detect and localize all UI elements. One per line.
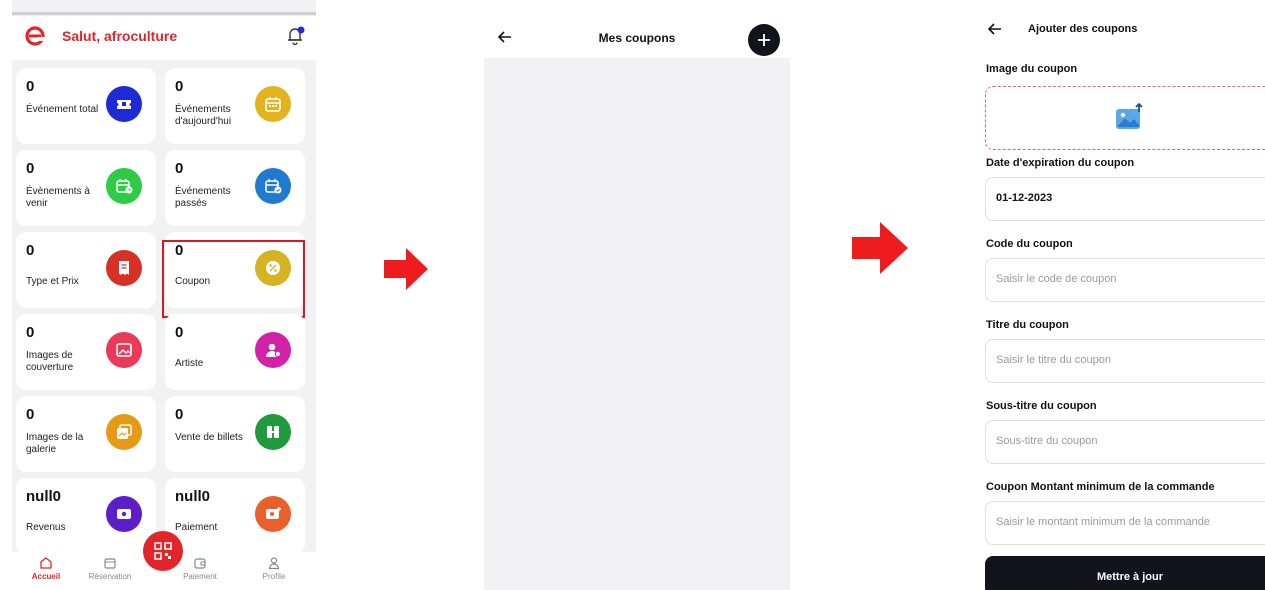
notification-bell-icon[interactable] <box>284 25 306 47</box>
dashboard-screen: Salut, afroculture 0 Événement total 0 É… <box>12 0 316 590</box>
ticket-sale-icon <box>255 414 291 450</box>
code-label: Code du coupon <box>986 238 1073 250</box>
card-value: null0 <box>26 488 62 505</box>
coupon-title-input[interactable]: Saisir le titre du coupon <box>985 339 1265 383</box>
home-icon <box>40 557 52 569</box>
min-amount-label: Coupon Montant minimum de la commande <box>986 481 1215 493</box>
card-paiement[interactable]: null0 Paiement <box>165 478 305 554</box>
afroculture-logo-icon <box>25 26 45 46</box>
coupons-list-screen: Mes coupons <box>484 0 790 590</box>
expiry-date-field[interactable]: 01-12-2023 <box>985 177 1265 221</box>
nav-label: Réservation <box>88 572 132 581</box>
image-upload-icon <box>1116 103 1143 129</box>
update-button[interactable]: Mettre à jour <box>985 556 1265 590</box>
card-value: 0 <box>175 160 184 177</box>
coupon-image-upload[interactable] <box>985 86 1265 150</box>
wallet-icon <box>194 558 206 569</box>
card-value: 0 <box>26 242 35 259</box>
payment-icon <box>255 496 291 532</box>
ticket-icon <box>106 86 142 122</box>
back-arrow-icon[interactable] <box>986 20 1004 38</box>
card-value: 0 <box>175 324 184 341</box>
card-type-et-prix[interactable]: 0 Type et Prix <box>16 232 156 308</box>
card-evenements-passes[interactable]: 0 Événements passés <box>165 150 305 226</box>
add-coupon-button[interactable] <box>748 24 780 56</box>
card-label: Revenus <box>26 522 66 533</box>
card-images-couverture[interactable]: 0 Images de couverture <box>16 314 156 390</box>
card-label: Type et Prix <box>26 276 79 287</box>
nav-label: Paiement <box>183 572 217 581</box>
card-images-galerie[interactable]: 0 Images de la galerie <box>16 396 156 472</box>
coupon-subtitle-input[interactable]: Sous-titre du coupon <box>985 420 1265 464</box>
calendar-clock-icon <box>106 168 142 204</box>
nav-accueil[interactable]: Accueil <box>16 556 76 581</box>
card-label: Images de couverture <box>26 350 74 373</box>
dashboard-header: Salut, afroculture <box>12 16 316 60</box>
card-label: Événement total <box>26 104 99 115</box>
receipt-icon <box>106 250 142 286</box>
wallet-icon <box>106 496 142 532</box>
subtitle-label: Sous-titre du coupon <box>986 400 1097 412</box>
nav-label: Accueil <box>31 572 61 581</box>
calendar-icon <box>255 86 291 122</box>
card-label: Événements passés <box>175 186 231 209</box>
calendar-check-icon <box>255 168 291 204</box>
plus-icon <box>758 34 770 46</box>
card-value: 0 <box>26 406 35 423</box>
card-label: Vente de billets <box>175 432 243 443</box>
card-evenements-aujourdhui[interactable]: 0 Événements d'aujourd'hui <box>165 68 305 144</box>
card-label: Évènements à venir <box>26 186 90 209</box>
card-artiste[interactable]: 0 Artiste <box>165 314 305 390</box>
card-evenements-a-venir[interactable]: 0 Évènements à venir <box>16 150 156 226</box>
user-icon <box>268 557 280 570</box>
card-value: 0 <box>26 160 35 177</box>
expiry-label: Date d'expiration du coupon <box>986 157 1135 169</box>
gallery-icon <box>106 414 142 450</box>
card-vente-billets[interactable]: 0 Vente de billets <box>165 396 305 472</box>
artist-icon <box>255 332 291 368</box>
card-label: Paiement <box>175 522 218 533</box>
status-bar <box>12 12 316 15</box>
card-value: 0 <box>175 78 184 95</box>
title-label: Titre du coupon <box>986 319 1069 331</box>
coupon-code-input[interactable]: Saisir le code de coupon <box>985 258 1265 302</box>
card-value: 0 <box>26 78 35 95</box>
nav-label: Profile <box>262 572 286 581</box>
qr-scan-button[interactable] <box>143 531 183 571</box>
card-value: 0 <box>175 406 184 423</box>
page-title: Ajouter des coupons <box>1028 23 1138 35</box>
nav-reservation[interactable]: Réservation <box>80 556 140 581</box>
card-revenus[interactable]: null0 Revenus <box>16 478 156 554</box>
image-icon <box>106 332 142 368</box>
coupons-list <box>484 58 790 590</box>
card-value: 0 <box>26 324 35 341</box>
nav-profile[interactable]: Profile <box>244 556 304 581</box>
add-coupon-screen: Ajouter des coupons Image du coupon Date… <box>972 0 1265 590</box>
card-label: Événements d'aujourd'hui <box>175 104 232 127</box>
calendar-icon <box>104 558 116 569</box>
flow-arrow-icon <box>384 248 428 290</box>
coupon-highlight-box <box>162 240 305 318</box>
card-label: Artiste <box>175 358 204 369</box>
card-value: null0 <box>175 488 211 505</box>
page-title: Mes coupons <box>598 31 676 45</box>
greeting-text: Salut, afroculture <box>62 28 178 44</box>
card-label: Images de la galerie <box>26 432 84 455</box>
image-label: Image du coupon <box>986 63 1078 75</box>
qr-code-icon <box>154 542 172 560</box>
min-amount-input[interactable]: Saisir le montant minimum de la commande <box>985 501 1265 545</box>
card-evenement-total[interactable]: 0 Événement total <box>16 68 156 144</box>
flow-arrow-icon <box>852 222 908 274</box>
